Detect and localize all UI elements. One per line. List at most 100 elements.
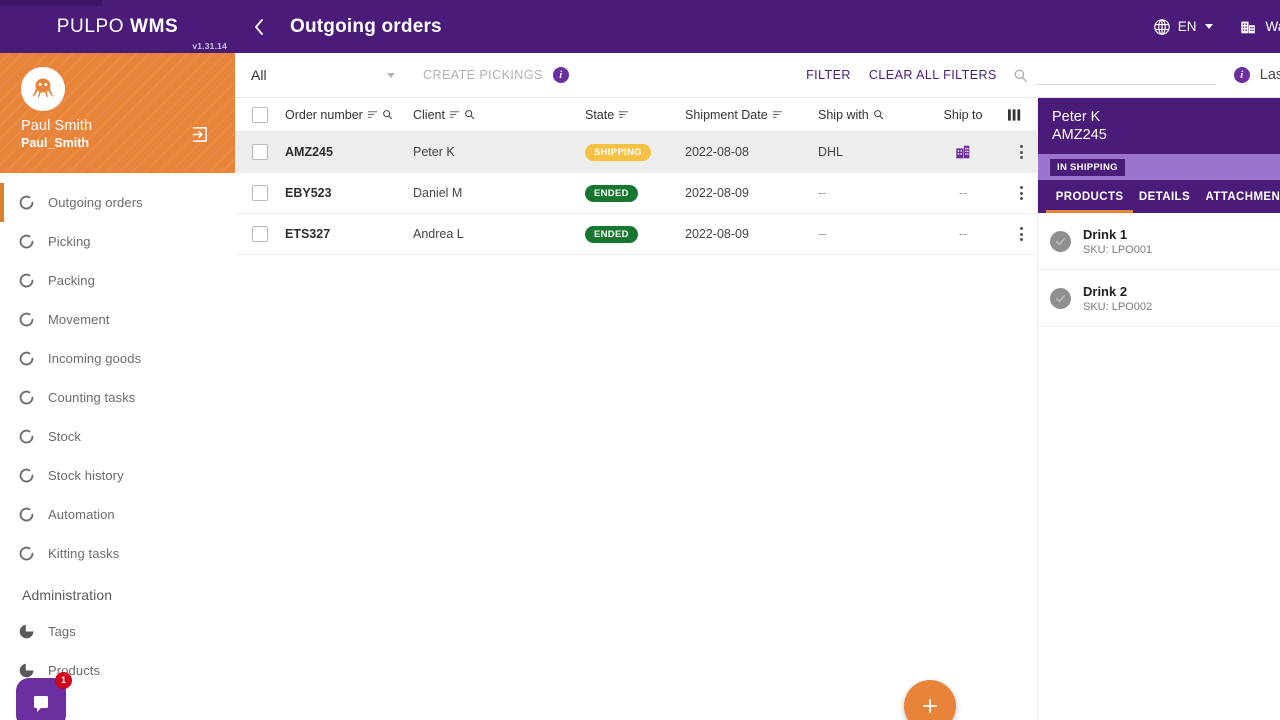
row-checkbox[interactable] (252, 226, 268, 242)
cell-ship-with: -- (818, 186, 827, 200)
column-header-shipment-date[interactable]: Shipment Date (685, 108, 818, 122)
column-label: Ship with (818, 107, 869, 122)
ring-icon (18, 350, 48, 367)
row-checkbox-cell (235, 144, 285, 160)
row-checkbox[interactable] (252, 185, 268, 201)
brand-header: PULPO WMS v1.31.14 (0, 0, 235, 53)
date-range-info-icon[interactable]: i (1233, 67, 1250, 83)
sidebar-item-stock[interactable]: Stock (0, 417, 235, 456)
search-input[interactable] (1035, 65, 1216, 85)
table-row[interactable]: EBY523 Daniel M ENDED 2022-08-09 -- -- (235, 173, 1037, 214)
logout-icon[interactable] (190, 125, 209, 149)
create-pickings-button[interactable]: CREATE PICKINGS (423, 68, 543, 82)
sidebar-item-tags[interactable]: Tags (0, 612, 235, 651)
main-content: Outgoing orders EN Warehouse All CREATE … (235, 0, 1280, 720)
language-label: EN (1177, 19, 1197, 34)
check-circle-icon[interactable] (1050, 230, 1071, 252)
sidebar-item-outgoing-orders[interactable]: Outgoing orders (0, 183, 235, 222)
clear-all-filters-button[interactable]: CLEAR ALL FILTERS (869, 68, 997, 82)
column-label: Ship to (943, 107, 983, 122)
kebab-icon (1020, 227, 1023, 241)
cell-state: ENDED (585, 225, 685, 243)
list-item[interactable]: Drink 1 SKU: LPO001 Quantity 1 (1038, 213, 1280, 270)
column-header-order-number[interactable]: Order number (285, 108, 413, 122)
plus-icon (923, 699, 937, 713)
app-version: v1.31.14 (192, 41, 227, 51)
select-all-checkbox[interactable] (252, 106, 268, 123)
detail-tabs: PRODUCTS DETAILS ATTACHMENTS TASKS (1038, 180, 1280, 213)
warehouse-selector[interactable]: Warehouse (1239, 18, 1280, 36)
detail-header: Peter K AMZ245 (1038, 98, 1280, 154)
sidebar-item-movement[interactable]: Movement (0, 300, 235, 339)
filter-toolbar: All CREATE PICKINGS i FILTER CLEAR ALL F… (235, 53, 1280, 98)
sidebar-item-label: Packing (48, 273, 95, 288)
avatar (21, 67, 65, 111)
chat-widget[interactable]: 1 (16, 672, 72, 720)
detail-client-name: Peter K (1052, 109, 1101, 125)
row-checkbox[interactable] (252, 144, 268, 160)
cell-shipment-date: 2022-08-08 (685, 145, 749, 159)
status-badge: ENDED (585, 225, 638, 243)
check-circle-icon[interactable] (1050, 287, 1071, 309)
row-menu-button[interactable] (1008, 186, 1037, 200)
search-icon (465, 110, 475, 120)
product-name: Drink 2 (1083, 283, 1128, 299)
column-label: Client (413, 107, 445, 122)
product-sku: SKU: LPO002 (1083, 300, 1153, 313)
row-menu-button[interactable] (1008, 227, 1037, 241)
sidebar-item-label: Incoming goods (48, 351, 142, 366)
list-item[interactable]: Drink 2 SKU: LPO002 Quantity 1 (1038, 270, 1280, 327)
row-menu-button[interactable] (1008, 145, 1037, 159)
sidebar-item-counting-tasks[interactable]: Counting tasks (0, 378, 235, 417)
row-checkbox-cell (235, 185, 285, 201)
table-row[interactable]: ETS327 Andrea L ENDED 2022-08-09 -- -- (235, 214, 1037, 255)
sidebar-item-picking[interactable]: Picking (0, 222, 235, 261)
language-selector[interactable]: EN (1153, 18, 1214, 36)
sort-icon (619, 111, 629, 118)
cell-shipment-date: 2022-08-09 (685, 227, 749, 241)
sidebar-item-label: Stock history (48, 468, 124, 483)
orders-table: Order number Client State Shipment Date … (235, 98, 1037, 720)
cell-state: ENDED (585, 184, 685, 202)
status-badge: ENDED (585, 184, 638, 202)
column-header-client[interactable]: Client (413, 108, 585, 122)
building-icon (955, 145, 969, 159)
sidebar-section-administration: Administration (22, 587, 113, 603)
sidebar-item-label: Kitting tasks (48, 546, 120, 561)
column-header-state[interactable]: State (585, 108, 685, 122)
ring-icon (18, 194, 48, 211)
ring-icon (18, 467, 48, 484)
sidebar-item-label: Outgoing orders (48, 195, 143, 210)
chevron-left-icon[interactable] (253, 17, 287, 37)
table-row[interactable]: AMZ245 Peter K SHIPPING 2022-08-08 DHL (235, 132, 1037, 173)
cell-ship-to (918, 143, 1008, 161)
cell-state: SHIPPING (585, 143, 685, 161)
sidebar-item-stock-history[interactable]: Stock history (0, 456, 235, 495)
tab-products[interactable]: PRODUCTS (1045, 180, 1134, 213)
filter-button[interactable]: FILTER (806, 68, 851, 82)
ring-icon (18, 506, 48, 523)
status-filter-select[interactable]: All (251, 67, 401, 83)
sidebar-item-automation[interactable]: Automation (0, 495, 235, 534)
octopus-avatar-icon (32, 78, 54, 98)
sidebar-item-kitting-tasks[interactable]: Kitting tasks (0, 534, 235, 573)
date-range-selector[interactable]: Last 30 days (1260, 67, 1280, 83)
user-card: Paul Smith Paul_Smith (0, 53, 235, 173)
product-name: Drink 1 (1083, 226, 1128, 242)
sidebar-item-incoming-goods[interactable]: Incoming goods (0, 339, 235, 378)
select-all-checkbox-cell (235, 106, 285, 123)
sidebar-item-packing[interactable]: Packing (0, 261, 235, 300)
search-area (1013, 65, 1216, 85)
column-header-ship-with[interactable]: Ship with (818, 108, 918, 122)
cell-client: Daniel M (413, 186, 463, 200)
building-icon (1241, 21, 1256, 33)
column-header-ship-to[interactable]: Ship to (918, 108, 1008, 122)
tab-details[interactable]: DETAILS (1139, 180, 1190, 213)
column-settings-button[interactable] (1008, 108, 1037, 122)
order-number-text: EBY523 (285, 186, 332, 200)
tab-attachments[interactable]: ATTACHMENTS (1205, 180, 1280, 213)
cell-ship-to: -- (958, 186, 968, 200)
warehouse-label: Warehouse (1265, 19, 1280, 34)
date-range-label: Last 30 days (1259, 67, 1280, 83)
create-pickings-info-icon[interactable]: i (552, 67, 569, 83)
